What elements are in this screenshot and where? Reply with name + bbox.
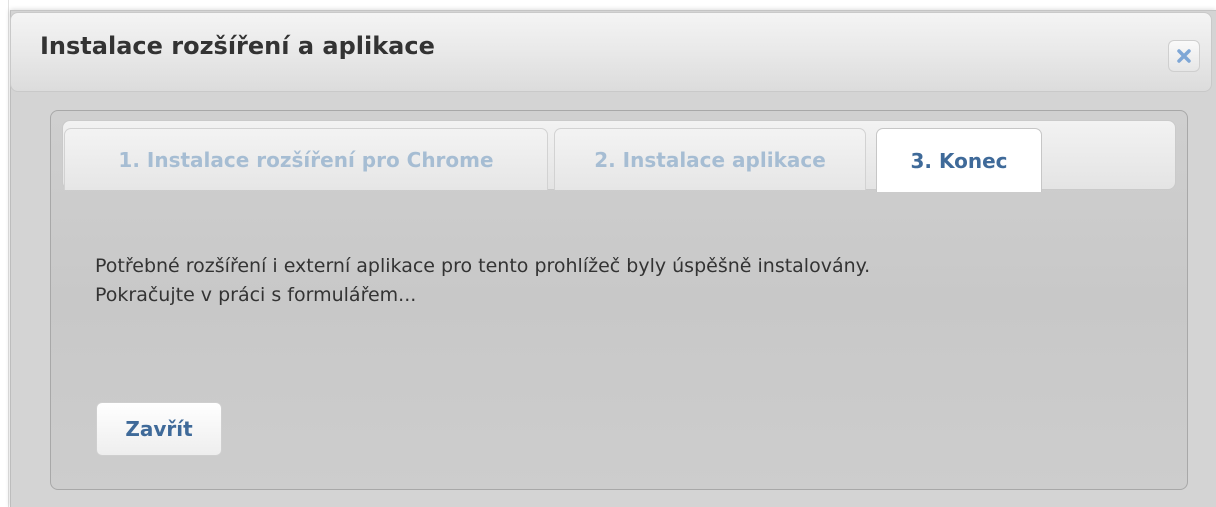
tab-install-extension[interactable]: 1. Instalace rozšíření pro Chrome bbox=[64, 128, 548, 190]
tab-install-app[interactable]: 2. Instalace aplikace bbox=[554, 128, 866, 190]
left-divider bbox=[8, 0, 9, 507]
close-button[interactable] bbox=[1168, 40, 1200, 72]
success-message: Potřebné rozšíření i externí aplikace pr… bbox=[95, 252, 870, 310]
tab-finish[interactable]: 3. Konec bbox=[876, 128, 1042, 192]
success-message-line-1: Potřebné rozšíření i externí aplikace pr… bbox=[95, 255, 871, 277]
close-x-icon bbox=[1177, 49, 1191, 63]
page: Instalace rozšíření a aplikace 1. Instal… bbox=[0, 0, 1216, 507]
close-dialog-button[interactable]: Zavřít bbox=[96, 402, 222, 456]
success-message-line-2: Pokračujte v práci s formulářem... bbox=[95, 284, 417, 306]
dialog-title: Instalace rozšíření a aplikace bbox=[40, 32, 435, 60]
